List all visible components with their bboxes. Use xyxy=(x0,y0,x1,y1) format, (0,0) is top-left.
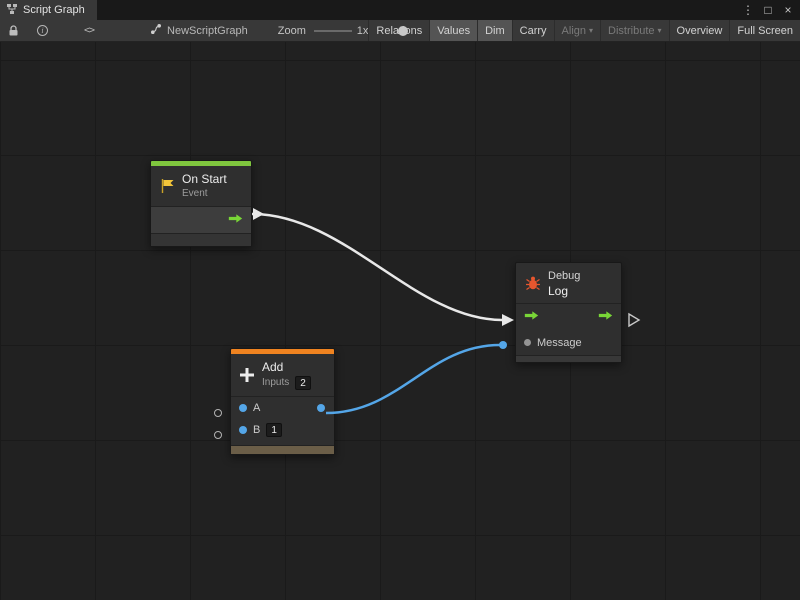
align-dropdown[interactable]: Align▾ xyxy=(554,20,600,41)
code-view-icon[interactable]: <> xyxy=(80,20,98,41)
node-title: On Start xyxy=(182,172,227,186)
chevron-down-icon: ▾ xyxy=(658,26,662,35)
node-header: Add Inputs 2 xyxy=(231,354,334,396)
graph-asset-icon xyxy=(150,23,162,38)
wire-onstart-to-debug[interactable] xyxy=(252,214,502,320)
bug-icon xyxy=(524,275,542,291)
graph-name-label: NewScriptGraph xyxy=(167,25,248,37)
toolbar-toggles: Relations Values Dim Carry Align▾ Distri… xyxy=(368,20,800,41)
control-output-port[interactable] xyxy=(228,211,243,229)
info-icon[interactable]: i xyxy=(33,20,52,41)
wire-start-arrow xyxy=(253,208,264,220)
node-footer xyxy=(231,445,334,454)
unconnected-output-marker[interactable] xyxy=(629,314,639,326)
node-footer xyxy=(516,355,621,362)
tab-title: Script Graph xyxy=(23,4,85,16)
flow-port-row xyxy=(516,304,621,330)
window-menu-icon[interactable]: ⋮ xyxy=(740,2,756,18)
values-button[interactable]: Values xyxy=(429,20,477,41)
message-port-row: Message xyxy=(516,330,621,355)
node-debug-log[interactable]: Debug Log Message xyxy=(515,262,622,363)
carry-button[interactable]: Carry xyxy=(512,20,554,41)
maximize-icon[interactable]: □ xyxy=(760,2,776,18)
node-title: Debug xyxy=(548,269,580,283)
port-b-value-field[interactable]: 1 xyxy=(266,423,282,437)
input-port-a[interactable] xyxy=(239,404,247,412)
node-title: Add xyxy=(262,360,311,374)
control-input-port[interactable] xyxy=(524,308,539,326)
unconnected-port-a-marker[interactable] xyxy=(214,409,222,417)
graph-breadcrumb[interactable]: NewScriptGraph xyxy=(150,23,248,38)
dim-button[interactable]: Dim xyxy=(477,20,512,41)
chevron-down-icon: ▾ xyxy=(589,26,593,35)
zoom-slider[interactable] xyxy=(314,26,352,36)
lock-icon[interactable] xyxy=(4,20,23,41)
graph-canvas[interactable]: On Start Event Add Inputs 2 xyxy=(0,42,800,600)
node-subtitle: Event xyxy=(182,188,227,200)
control-output-port[interactable] xyxy=(598,308,613,326)
unconnected-port-b-marker[interactable] xyxy=(214,431,222,439)
flag-icon xyxy=(158,178,176,194)
inputs-count-field[interactable]: 2 xyxy=(295,376,311,390)
overview-button[interactable]: Overview xyxy=(669,20,730,41)
port-row-b: B 1 xyxy=(231,419,334,441)
connections-layer xyxy=(0,42,800,600)
graph-toolbar: i <> NewScriptGraph Zoom 1x Relations Va… xyxy=(0,20,800,42)
zoom-value: 1x xyxy=(357,25,369,37)
wire-add-to-message[interactable] xyxy=(326,345,500,413)
tab-script-graph[interactable]: Script Graph xyxy=(0,0,97,20)
fullscreen-button[interactable]: Full Screen xyxy=(729,20,800,41)
node-header: Debug Log xyxy=(516,263,621,303)
wire-end-arrow xyxy=(502,314,514,326)
node-footer xyxy=(151,233,251,246)
port-b-label: B xyxy=(253,424,260,436)
window-controls: ⋮ □ × xyxy=(740,0,800,20)
window-titlebar: Script Graph ⋮ □ × xyxy=(0,0,800,20)
message-input-port[interactable] xyxy=(524,339,531,346)
node-on-start[interactable]: On Start Event xyxy=(150,160,252,247)
node-header: On Start Event xyxy=(151,166,251,206)
wire-end-dot xyxy=(499,341,507,349)
inputs-label: Inputs xyxy=(262,377,289,389)
port-row xyxy=(151,207,251,233)
script-graph-icon xyxy=(6,3,18,18)
node-subtitle: Log xyxy=(548,285,580,297)
port-a-label: A xyxy=(253,402,260,414)
zoom-slider-handle[interactable] xyxy=(398,26,408,36)
message-label: Message xyxy=(537,337,582,349)
distribute-dropdown[interactable]: Distribute▾ xyxy=(600,20,668,41)
input-port-b[interactable] xyxy=(239,426,247,434)
port-row-a: A xyxy=(231,397,334,419)
close-icon[interactable]: × xyxy=(780,2,796,18)
zoom-slider-track[interactable] xyxy=(314,30,352,32)
node-add[interactable]: Add Inputs 2 A B 1 xyxy=(230,348,335,455)
zoom-label: Zoom xyxy=(278,25,306,37)
output-port-sum[interactable] xyxy=(317,404,325,412)
plus-icon xyxy=(238,367,256,383)
